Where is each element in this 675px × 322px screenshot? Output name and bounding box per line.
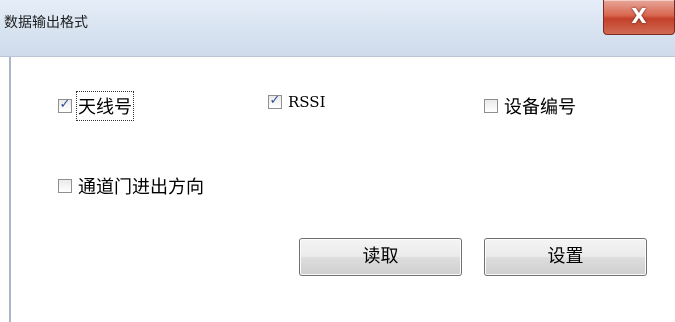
set-button[interactable]: 设置 <box>484 238 647 276</box>
checkmark-icon: ✓ <box>269 93 281 108</box>
close-icon: X <box>631 4 647 28</box>
device-number-checkbox[interactable]: 设备编号 <box>484 93 576 119</box>
checkbox-box[interactable] <box>58 179 72 193</box>
gate-direction-checkbox[interactable]: 通道门进出方向 <box>58 173 204 199</box>
dialog-client-area: ✓ 天线号 ✓ RSSI 设备编号 通道门进出方向 <box>9 57 675 322</box>
window-title: 数据输出格式 <box>4 15 88 31</box>
read-button[interactable]: 读取 <box>299 238 462 276</box>
antenna-number-checkbox[interactable]: ✓ 天线号 <box>58 91 134 121</box>
device-number-label: 设备编号 <box>504 97 576 118</box>
rssi-checkbox[interactable]: ✓ RSSI <box>268 93 326 111</box>
rssi-label: RSSI <box>288 93 326 111</box>
checkmark-icon: ✓ <box>59 97 71 112</box>
checkbox-box[interactable]: ✓ <box>268 93 282 109</box>
gate-direction-label: 通道门进出方向 <box>78 177 204 198</box>
title-bar: 数据输出格式 X <box>0 0 675 57</box>
close-button[interactable]: X <box>603 0 675 35</box>
checkbox-box[interactable] <box>484 99 498 113</box>
antenna-number-label: 天线号 <box>76 91 134 121</box>
checkbox-box[interactable]: ✓ <box>58 97 72 113</box>
